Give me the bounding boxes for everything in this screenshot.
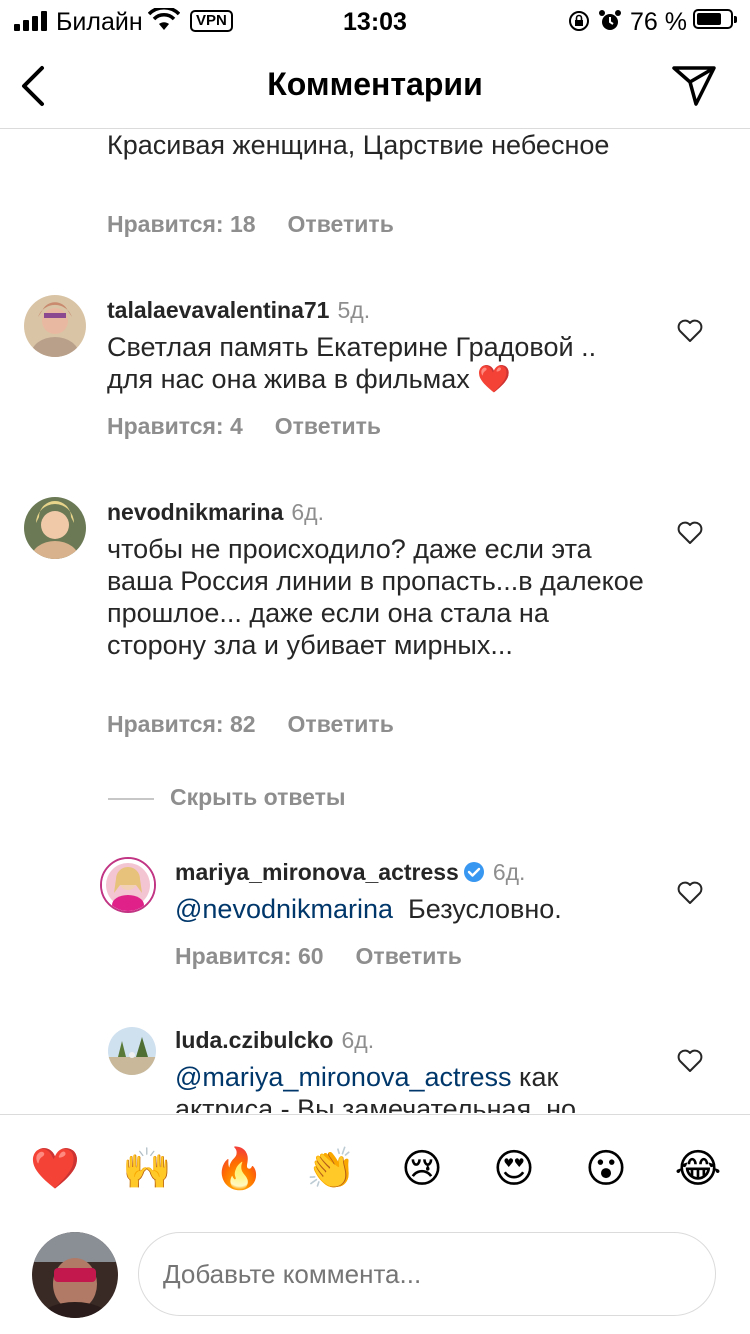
comment-username[interactable]: mariya_mironova_actress 6д.	[175, 859, 525, 886]
reply-text: Безусловно.	[408, 894, 562, 924]
comment-age: 6д.	[341, 1027, 375, 1053]
comment-age: 6д.	[291, 499, 324, 525]
emoji-raised-hands-button[interactable]: 🙌	[122, 1145, 172, 1193]
heart-icon[interactable]	[677, 1049, 703, 1073]
comment-meta: Нравится: 60 Ответить	[175, 943, 494, 970]
comment-age: 6д.	[492, 859, 526, 885]
comment-meta: Нравится: 4 Ответить	[107, 413, 413, 440]
status-bar: Билайн VPN 13:03 76 %	[0, 0, 750, 42]
page-title: Комментарии	[267, 66, 483, 102]
comment-text: Светлая память Екатерине Градовой .. для…	[107, 332, 597, 394]
comment-text: @nevodnikmarina Безусловно.	[175, 893, 655, 925]
comments-list[interactable]: Красивая женщина, Царствие небесное Нрав…	[0, 129, 750, 1113]
username[interactable]: mariya_mironova_actress	[175, 859, 459, 885]
orientation-lock-icon	[569, 11, 589, 31]
hide-replies-button[interactable]: Скрыть ответы	[108, 784, 346, 811]
emoji-quick-bar: ❤️ 🙌 🔥 👏 😢 😍 😮 😂	[0, 1114, 750, 1225]
username[interactable]: luda.czibulcko	[175, 1027, 333, 1053]
heart-icon[interactable]	[677, 881, 703, 905]
comment-username[interactable]: luda.czibulcko 6д.	[175, 1027, 374, 1054]
battery-percent: 76 %	[630, 8, 687, 36]
comment-username[interactable]: talalaevavalentina71 5д.	[107, 297, 370, 324]
reply-button[interactable]: Ответить	[288, 211, 394, 237]
like-count[interactable]: Нравится: 4	[107, 413, 243, 439]
mention-link[interactable]: @nevodnikmarina	[175, 894, 393, 924]
reply-button[interactable]: Ответить	[356, 943, 462, 969]
avatar[interactable]	[100, 857, 156, 913]
comment-username[interactable]: nevodnikmarina 6д.	[107, 499, 324, 526]
reply-button[interactable]: Ответить	[275, 413, 381, 439]
header: Комментарии	[0, 42, 750, 129]
like-count[interactable]: Нравится: 60	[175, 943, 324, 969]
emoji-surprised-button[interactable]: 😮	[582, 1145, 630, 1193]
comment-meta: Нравится: 82 Ответить	[107, 711, 426, 738]
username[interactable]: talalaevavalentina71	[107, 297, 329, 323]
emoji-laughing-button[interactable]: 😂	[674, 1145, 722, 1193]
avatar[interactable]	[24, 497, 86, 559]
username[interactable]: nevodnikmarina	[107, 499, 283, 525]
emoji-heart-eyes-button[interactable]: 😍	[490, 1145, 538, 1193]
reply-button[interactable]: Ответить	[288, 711, 394, 737]
battery-icon	[693, 9, 737, 29]
emoji-heart-button[interactable]: ❤️	[30, 1145, 80, 1193]
verified-badge-icon	[463, 862, 484, 882]
comment-text: @mariya_mironova_actress как актриса - В…	[175, 1061, 655, 1113]
send-icon[interactable]	[670, 64, 718, 108]
comment-text: Красивая женщина, Царствие небесное	[107, 130, 610, 160]
like-count[interactable]: Нравится: 82	[107, 711, 256, 737]
my-avatar[interactable]	[32, 1232, 118, 1318]
avatar[interactable]	[24, 295, 86, 357]
alarm-icon	[599, 10, 621, 30]
comment-text: чтобы не происходило? даже если эта ваша…	[107, 534, 644, 660]
comment-input[interactable]	[138, 1232, 716, 1316]
emoji-clap-button[interactable]: 👏	[306, 1145, 356, 1193]
like-count[interactable]: Нравится: 18	[107, 211, 256, 237]
emoji-fire-button[interactable]: 🔥	[214, 1145, 264, 1193]
hide-replies-label[interactable]: Скрыть ответы	[170, 784, 346, 810]
comment-age: 5д.	[337, 297, 371, 323]
emoji-crying-button[interactable]: 😢	[398, 1145, 446, 1193]
divider-line	[108, 797, 154, 800]
heart-icon[interactable]	[677, 319, 703, 343]
heart-icon[interactable]	[677, 521, 703, 545]
comment-meta: Нравится: 18 Ответить	[107, 211, 426, 238]
mention-link[interactable]: @mariya_mironova_actress	[175, 1062, 512, 1092]
avatar[interactable]	[108, 1027, 156, 1075]
